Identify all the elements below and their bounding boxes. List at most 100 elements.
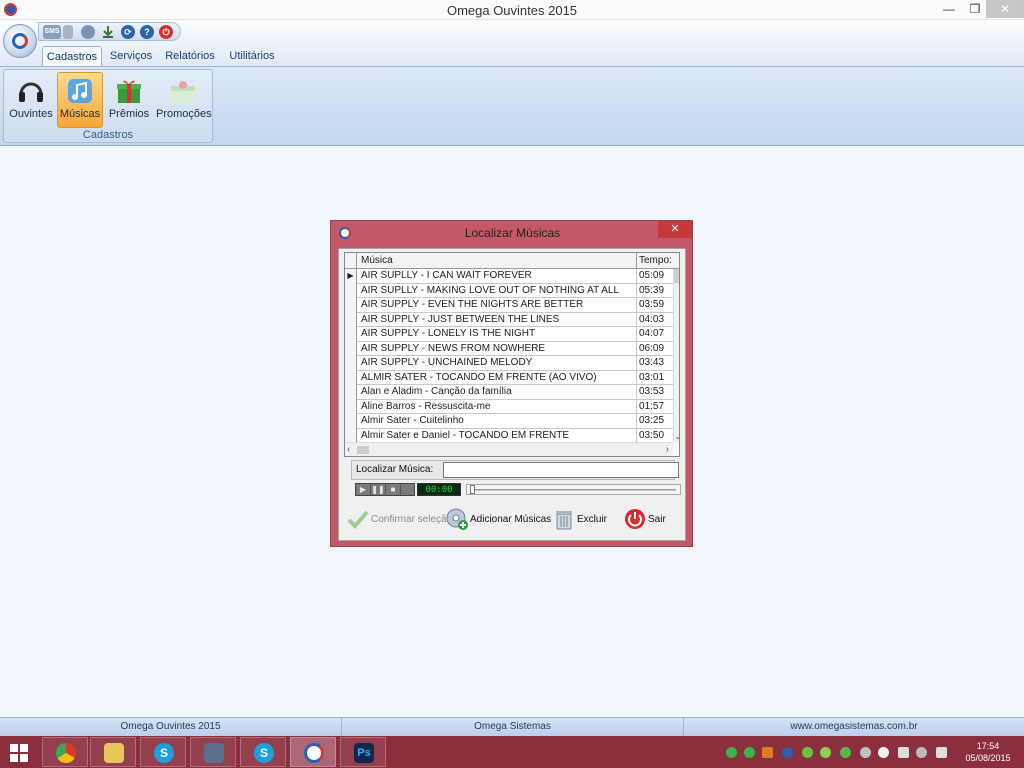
taskbar-skype[interactable]: S (140, 737, 186, 767)
scroll-right-icon[interactable]: › (666, 443, 669, 456)
taskbar-virtualbox[interactable] (190, 737, 236, 767)
row-indicator[interactable] (345, 298, 357, 313)
tray-cloud-icon[interactable] (878, 747, 889, 758)
cell-music[interactable]: AIR SUPPLY - JUST BETWEEN THE LINES (357, 312, 637, 327)
tray-settings-icon[interactable] (860, 747, 871, 758)
cell-music[interactable]: AIR SUPPLY - NEWS FROM NOWHERE (357, 341, 637, 356)
windows-start-icon[interactable] (10, 744, 28, 762)
player-seek-slider[interactable] (466, 484, 681, 495)
scroll-down-icon[interactable]: ⌄ (674, 432, 679, 442)
horizontal-scrollbar[interactable]: ‹ › (345, 442, 673, 456)
tab-cadastros[interactable]: Cadastros (42, 46, 102, 66)
row-indicator[interactable] (345, 283, 357, 298)
help-icon[interactable]: ? (140, 25, 154, 39)
close-button[interactable]: ✕ (986, 0, 1024, 18)
download-icon[interactable] (101, 25, 115, 39)
row-indicator[interactable] (345, 356, 357, 371)
table-row[interactable]: Almir Sater e Daniel - TOCANDO EM FRENTE… (345, 428, 673, 444)
cell-time[interactable]: 06:09 (637, 342, 673, 357)
table-row[interactable]: Alan e Aladim - Canção da família 03:53 (345, 385, 673, 400)
table-row[interactable]: Aline Barros - Ressuscita-me 01:57 (345, 399, 673, 415)
dialog-close-button[interactable]: ✕ (658, 221, 692, 238)
table-row[interactable]: AIR SUPPLY - JUST BETWEEN THE LINES 04:03 (345, 312, 673, 328)
seek-handle[interactable] (470, 485, 475, 494)
row-indicator[interactable] (345, 370, 357, 385)
tray-network-icon[interactable] (802, 747, 813, 758)
row-indicator[interactable] (345, 385, 357, 400)
minimize-button[interactable]: — (935, 0, 963, 18)
row-indicator[interactable] (345, 312, 357, 327)
row-indicator[interactable] (345, 341, 357, 356)
cell-time[interactable]: 03:43 (637, 356, 673, 371)
current-row-indicator-icon[interactable]: ▶ (345, 269, 357, 284)
restore-button[interactable]: ❐ (962, 0, 988, 18)
search-music-input[interactable] (443, 462, 679, 478)
row-indicator[interactable] (345, 414, 357, 429)
cell-time[interactable]: 05:09 (637, 269, 673, 284)
play-icon[interactable]: ▶ (356, 484, 371, 495)
table-row[interactable]: ALMIR SATER - TOCANDO EM FRENTE (AO VIVO… (345, 370, 673, 386)
musicas-button[interactable]: Músicas (57, 72, 103, 128)
cell-time[interactable]: 04:07 (637, 327, 673, 342)
cell-time[interactable]: 03:01 (637, 371, 673, 386)
vertical-scrollbar[interactable]: ⌄ (673, 269, 679, 442)
table-row[interactable]: Almir Sater - Cuitelinho 03:25 (345, 414, 673, 429)
cell-music[interactable]: Aline Barros - Ressuscita-me (357, 399, 637, 414)
sms-icon[interactable]: SMS (43, 25, 61, 39)
phone-icon[interactable] (63, 25, 73, 39)
column-header-time[interactable]: Tempo: (637, 253, 673, 269)
taskbar-file-explorer[interactable] (90, 737, 136, 767)
table-row[interactable]: AIR SUPPLY - NEWS FROM NOWHERE 06:09 (345, 341, 673, 357)
table-row[interactable]: AIR SUPPLY - EVEN THE NIGHTS ARE BETTER 0… (345, 298, 673, 313)
tab-relatorios[interactable]: Relatórios (164, 46, 216, 66)
cell-music[interactable]: ALMIR SATER - TOCANDO EM FRENTE (AO VIVO… (357, 370, 637, 385)
tray-sync-icon[interactable] (840, 747, 851, 758)
row-indicator[interactable] (345, 327, 357, 342)
table-row[interactable]: AIR SUPPLY - LONELY IS THE NIGHT 04:07 (345, 327, 673, 342)
cell-music[interactable]: Alan e Aladim - Canção da família (357, 385, 637, 400)
table-row[interactable]: AIR SUPPLY - UNCHAINED MELODY 03:43 (345, 356, 673, 371)
cell-time[interactable]: 05:39 (637, 284, 673, 299)
row-indicator[interactable] (345, 399, 357, 414)
cell-time[interactable]: 03:53 (637, 385, 673, 400)
cell-music[interactable]: AIR SUPPLY - EVEN THE NIGHTS ARE BETTER (357, 298, 637, 313)
row-indicator[interactable] (345, 428, 357, 443)
scroll-thumb[interactable] (674, 269, 679, 283)
cell-time[interactable]: 01:57 (637, 400, 673, 415)
promocoes-button[interactable]: Promoções (155, 72, 212, 128)
tray-volume-icon[interactable] (936, 747, 947, 758)
cell-music[interactable]: AIR SUPPLY - LONELY IS THE NIGHT (357, 327, 637, 342)
cell-time[interactable]: 03:50 (637, 429, 673, 444)
stop-icon[interactable]: ■ (386, 484, 401, 495)
table-row[interactable]: AIR SUPLLY - MAKING LOVE OUT OF NOTHING … (345, 283, 673, 299)
refresh-icon[interactable]: ⟳ (121, 25, 135, 39)
taskbar-photoshop[interactable]: Ps (340, 737, 386, 767)
cell-time[interactable]: 04:03 (637, 313, 673, 328)
tray-omega-icon[interactable] (782, 747, 793, 758)
tray-app-icon[interactable] (762, 747, 773, 758)
globe-icon[interactable] (81, 25, 95, 39)
scroll-left-icon[interactable]: ‹ (347, 443, 350, 456)
scroll-thumb[interactable] (357, 446, 369, 454)
ouvintes-button[interactable]: Ouvintes (8, 72, 54, 128)
table-row[interactable]: ▶ AIR SUPLLY - I CAN WAIT FOREVER 05:09 (345, 269, 673, 284)
taskbar-chrome[interactable] (42, 737, 88, 767)
tray-check-icon[interactable] (726, 747, 737, 758)
cell-time[interactable]: 03:59 (637, 298, 673, 313)
cell-music[interactable]: AIR SUPPLY - UNCHAINED MELODY (357, 356, 637, 371)
column-header-music[interactable]: Música (357, 253, 637, 269)
pause-icon[interactable]: ❚❚ (371, 484, 386, 495)
tray-flag-icon[interactable] (898, 747, 909, 758)
cell-music[interactable]: AIR SUPLLY - I CAN WAIT FOREVER (357, 269, 637, 284)
power-icon[interactable]: ⏻ (159, 25, 173, 39)
tray-wifi-icon[interactable] (916, 747, 927, 758)
taskbar-skype-2[interactable]: S (240, 737, 286, 767)
application-menu-button[interactable] (3, 24, 37, 58)
cell-music[interactable]: Almir Sater - Cuitelinho (357, 414, 637, 429)
tab-utilitarios[interactable]: Utilitários (226, 46, 278, 66)
taskbar-clock[interactable]: 17:54 05/08/2015 (958, 740, 1018, 764)
taskbar-omega-ouvintes[interactable] (290, 737, 336, 767)
tray-android-icon[interactable] (820, 747, 831, 758)
tab-servicos[interactable]: Serviços (106, 46, 156, 66)
cell-music[interactable]: Almir Sater e Daniel - TOCANDO EM FRENTE (357, 428, 637, 443)
